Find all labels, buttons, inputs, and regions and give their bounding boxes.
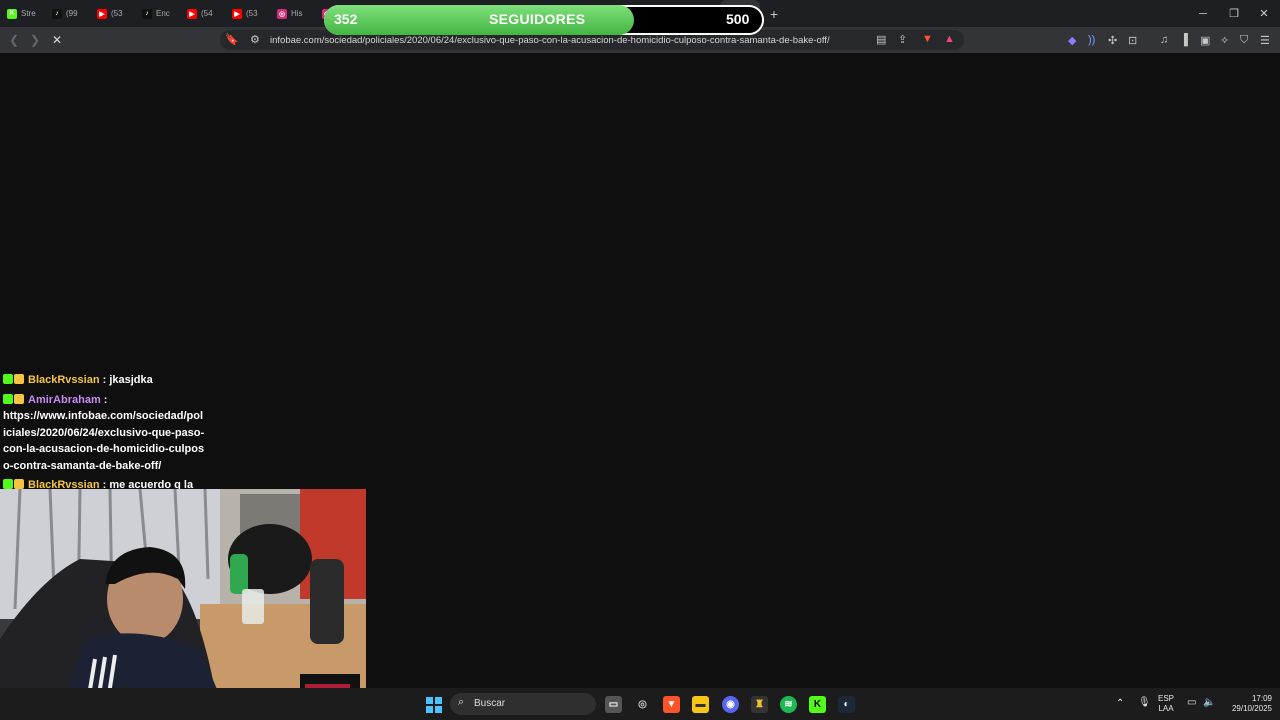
spotify-icon[interactable]: ≋ xyxy=(780,696,797,713)
extensions-icon[interactable]: ✣ xyxy=(1108,34,1117,47)
goal-title: SEGUIDORES xyxy=(489,11,586,27)
wallet-panel-icon[interactable]: ▣ xyxy=(1200,34,1210,47)
chat-message: BlackRvssian : me acuerdo q la xyxy=(0,477,205,489)
tab-label: (53 xyxy=(246,9,258,18)
bookmark-icon[interactable]: 🔖 xyxy=(225,33,239,46)
task-view-icon[interactable]: ▭ xyxy=(605,696,622,713)
chat-separator: : xyxy=(99,374,110,386)
steam-icon[interactable]: ◐ xyxy=(838,696,855,713)
microphone-icon[interactable]: 🎙 xyxy=(1138,698,1151,708)
keyboard-layout: LAA xyxy=(1158,704,1174,713)
chat-username: BlackRvssian xyxy=(28,479,100,489)
language-indicator[interactable]: ESP LAA xyxy=(1158,694,1174,714)
menu-icon[interactable]: ☰ xyxy=(1260,34,1270,47)
forward-button[interactable]: ❯ xyxy=(30,33,40,47)
site-info-icon[interactable]: ⚙ xyxy=(250,33,260,46)
goal-bar-fill xyxy=(324,5,634,35)
chat-separator: : xyxy=(100,393,108,406)
chat-badge-icon xyxy=(14,374,24,384)
windows-start-icon[interactable] xyxy=(425,696,442,713)
close-window-button[interactable]: ✕ xyxy=(1249,0,1279,27)
tab-favicon-icon: ◎ xyxy=(277,8,287,19)
reader-mode-icon[interactable]: ▤ xyxy=(876,33,886,46)
tab[interactable]: ▶ (53 xyxy=(225,0,270,27)
chat-badge-icon xyxy=(14,393,24,404)
chat-message: AmirAbraham : https://www.infobae.com/so… xyxy=(0,392,205,475)
tab-favicon-icon: K xyxy=(7,8,17,19)
chat-username: BlackRvssian xyxy=(28,374,100,386)
goal-current: 352 xyxy=(334,11,358,27)
vpn-icon[interactable]: ⛉ xyxy=(1240,34,1248,47)
tab-favicon-icon: ♪ xyxy=(142,8,152,19)
tab-favicon-icon: ▶ xyxy=(187,8,197,19)
new-tab-button[interactable]: + xyxy=(760,6,788,22)
tab-label: (54 xyxy=(201,9,213,18)
follower-goal-overlay: 352 SEGUIDORES 500 xyxy=(324,5,764,35)
media-icon[interactable]: ♫ xyxy=(1160,34,1168,46)
tab[interactable]: ♪ Enc xyxy=(135,0,180,27)
chat-separator: : xyxy=(99,479,110,489)
language-code: ESP xyxy=(1158,694,1175,703)
back-button[interactable]: ❮ xyxy=(9,33,19,47)
tray-overflow-icon[interactable]: ⌃ xyxy=(1116,699,1124,709)
tab-label: His xyxy=(291,9,303,18)
network-icon[interactable]: ▭ xyxy=(1187,698,1196,708)
leo-icon[interactable]: ◆ xyxy=(1068,34,1076,47)
chat-badge-icon xyxy=(14,479,24,489)
chat-text: jkasjdka xyxy=(109,374,153,386)
tab-label: (53 xyxy=(111,9,123,18)
minecraft-launcher-icon[interactable]: ♜ xyxy=(751,696,768,713)
tab[interactable]: ♪ (99 xyxy=(45,0,90,27)
minimize-button[interactable]: ─ xyxy=(1188,0,1218,27)
obs-icon[interactable]: ◎ xyxy=(634,696,651,713)
taskbar-search[interactable]: ⌕ Buscar xyxy=(450,693,596,715)
brave-shields-icon[interactable]: ▼ xyxy=(922,33,933,45)
chat-text: me acuerdo q la xyxy=(109,479,194,489)
discord-icon[interactable]: ◉ xyxy=(722,696,739,713)
clock-time: 17:09 xyxy=(1251,694,1272,703)
volume-icon[interactable]: 🔈 xyxy=(1203,698,1215,708)
chat-overlay: BlackRvssian : jkasjdka AmirAbraham : htt… xyxy=(0,372,205,489)
sidebar-icon[interactable]: ▐ xyxy=(1180,34,1188,46)
restore-button[interactable]: ❐ xyxy=(1219,0,1249,27)
ai-icon[interactable]: ✧ xyxy=(1220,34,1229,47)
chat-badge-icon xyxy=(3,393,13,404)
tab-label: Stre xyxy=(21,9,36,18)
search-icon: ⌕ xyxy=(458,696,465,708)
tab[interactable]: ◎ His xyxy=(270,0,315,27)
chat-badge-icon xyxy=(3,374,13,384)
tab-favicon-icon: ▶ xyxy=(97,8,107,19)
stop-loading-button[interactable]: ✕ xyxy=(52,33,62,47)
brave-rewards-icon[interactable]: ▲ xyxy=(944,33,955,45)
file-explorer-icon[interactable]: ▬ xyxy=(692,696,709,713)
tab-favicon-icon: ▶ xyxy=(232,8,242,19)
tab[interactable]: ▶ (53 xyxy=(90,0,135,27)
tab[interactable]: ▶ (54 xyxy=(180,0,225,27)
goal-target: 500 xyxy=(726,11,750,27)
wallet-icon[interactable]: )) xyxy=(1088,34,1095,46)
chat-text: https://www.infobae.com/sociedad/policia… xyxy=(3,410,205,472)
kick-icon[interactable]: K xyxy=(809,696,826,713)
clock-date: 29/10/2025 xyxy=(1231,704,1272,713)
tab-favicon-icon: ♪ xyxy=(52,8,62,19)
chat-username: AmirAbraham xyxy=(28,393,101,406)
screenshot-icon[interactable]: ⊡ xyxy=(1128,34,1137,47)
chat-message: BlackRvssian : jkasjdka xyxy=(0,372,205,389)
url-text[interactable]: infobae.com/sociedad/policiales/2020/06/… xyxy=(270,35,830,46)
brave-browser-icon[interactable]: ▼ xyxy=(663,696,680,713)
tab-label: (99 xyxy=(66,9,78,18)
tab[interactable]: K Stre xyxy=(0,0,45,27)
windows-taskbar: ⌕ Buscar ▭ ◎ ▼ ▬ ◉ ♜ ≋ K ◐ ⌃ 🎙 ESP LAA ▭… xyxy=(0,688,1280,720)
clock[interactable]: 17:09 29/10/2025 xyxy=(1222,694,1272,714)
search-placeholder: Buscar xyxy=(474,698,506,709)
chat-badge-icon xyxy=(3,479,13,489)
share-icon[interactable]: ⇪ xyxy=(898,33,907,46)
webcam-feed xyxy=(0,489,366,720)
webcam-image xyxy=(0,489,366,720)
tab-label: Enc xyxy=(156,9,170,18)
